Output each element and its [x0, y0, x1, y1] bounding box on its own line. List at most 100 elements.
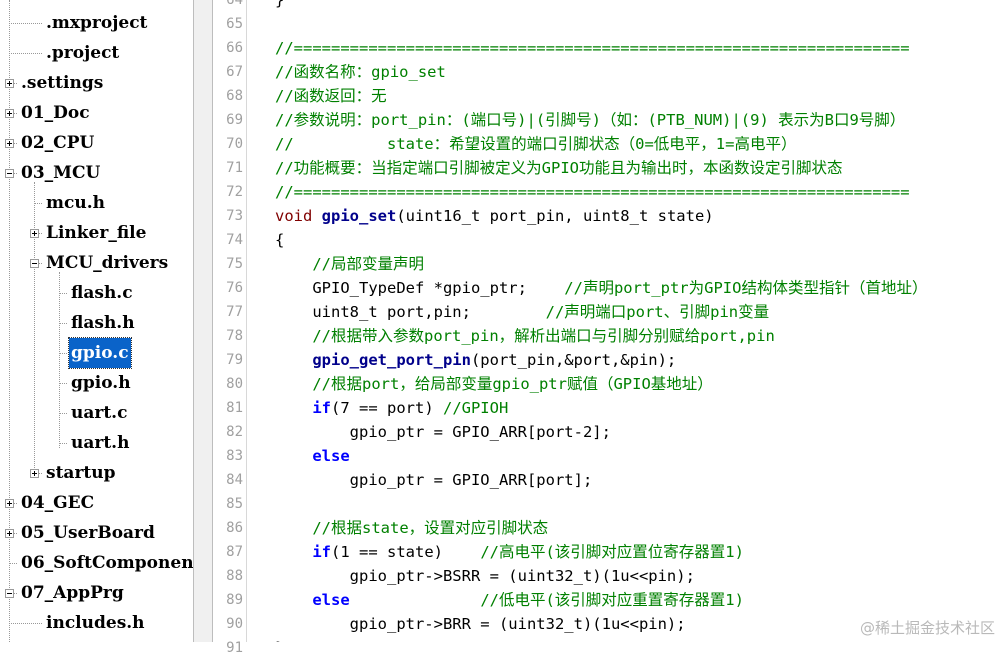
- tree-connector: [9, 53, 42, 54]
- code-line[interactable]: //功能概要：当指定端口引脚被定义为GPIO功能且为输出时，本函数设定引脚状态: [275, 156, 843, 180]
- tree-item-uart-h[interactable]: uart.h: [69, 428, 131, 458]
- tree-item-01-doc[interactable]: 01_Doc: [19, 98, 92, 128]
- code-comment: //声明端口port、引脚pin变量: [545, 303, 770, 321]
- tree-item-mxproject[interactable]: .mxproject: [44, 8, 149, 38]
- collapse-03-mcu-icon[interactable]: [5, 169, 14, 178]
- tree-item-label: Linker_file: [46, 223, 147, 243]
- tree-item-mcu-h[interactable]: mcu.h: [44, 188, 107, 218]
- code-comment: //函数名称：gpio_set: [275, 63, 446, 81]
- expand-01-doc-icon[interactable]: [5, 109, 14, 118]
- code-comment: //高电平(该引脚对应置位寄存器置1): [480, 543, 744, 561]
- line-number: 65: [226, 16, 243, 32]
- tree-item-mcu-drivers[interactable]: MCU_drivers: [44, 248, 170, 278]
- code-line[interactable]: //======================================…: [275, 180, 910, 204]
- line-number: 64: [226, 0, 243, 8]
- code-line[interactable]: uint8_t port,pin; //声明端口port、引脚pin变量: [275, 300, 769, 324]
- watermark: @稀土掘金技术社区: [859, 619, 995, 637]
- code-line[interactable]: void gpio_set(uint16_t port_pin, uint8_t…: [275, 204, 714, 228]
- expand-02-cpu-icon[interactable]: [5, 139, 14, 148]
- tree-item-includes-h[interactable]: includes.h: [44, 608, 147, 638]
- expand-04-gec-icon[interactable]: [5, 499, 14, 508]
- tree-item-04-gec[interactable]: 04_GEC: [19, 488, 96, 518]
- pane-splitter[interactable]: [193, 0, 213, 642]
- code-line[interactable]: }: [275, 636, 284, 642]
- tree-item-label: .project: [46, 43, 120, 63]
- line-number: 87: [226, 544, 243, 560]
- code-line[interactable]: gpio_ptr->BSRR = (uint32_t)(1u<<pin);: [275, 564, 695, 588]
- tree-item-03-mcu[interactable]: 03_MCU: [19, 158, 102, 188]
- tree-item-label: mcu.h: [46, 193, 105, 213]
- code-line[interactable]: }: [275, 0, 284, 12]
- code-line[interactable]: //======================================…: [275, 36, 910, 60]
- tree-item-flash-h[interactable]: flash.h: [69, 308, 137, 338]
- tree-item-gpio-h[interactable]: gpio.h: [69, 368, 133, 398]
- code-line[interactable]: if(1 == state) //高电平(该引脚对应置位寄存器置1): [275, 540, 744, 564]
- expand-linker-file-icon[interactable]: [30, 229, 39, 238]
- code-line[interactable]: gpio_ptr = GPIO_ARR[port-2];: [275, 420, 611, 444]
- code-comment: //声明port_ptr为GPIO结构体类型指针（首地址）: [564, 279, 928, 297]
- tree-guide-line: [59, 272, 60, 448]
- tree-connector: [59, 413, 67, 414]
- tree-item-02-cpu[interactable]: 02_CPU: [19, 128, 96, 158]
- code-line[interactable]: if(7 == port) //GPIOH: [275, 396, 508, 420]
- tree-connector: [14, 113, 17, 114]
- collapse-mcu-drivers-icon[interactable]: [30, 259, 39, 268]
- code-line[interactable]: gpio_get_port_pin(port_pin,&port,&pin);: [275, 348, 676, 372]
- code-line[interactable]: //函数名称：gpio_set: [275, 60, 446, 84]
- code-line[interactable]: //根据带入参数port_pin，解析出端口与引脚分别赋给port,pin: [275, 324, 775, 348]
- code-text: (uint16_t port_pin, uint8_t state): [396, 207, 714, 225]
- tree-item-settings[interactable]: .settings: [19, 68, 105, 98]
- tree-item-label: startup: [46, 463, 116, 483]
- line-number: 88: [226, 568, 243, 584]
- tree-item-label: MCU_drivers: [46, 253, 169, 273]
- tree-item-gpio-c[interactable]: gpio.c: [68, 337, 132, 369]
- code-text: (port_pin,&port,&pin);: [470, 351, 677, 369]
- code-line[interactable]: else //低电平(该引脚对应重置寄存器置1): [275, 588, 744, 612]
- tree-guide-line: [34, 182, 35, 478]
- tree-connector: [14, 173, 17, 174]
- tree-item-label: uart.h: [71, 433, 130, 453]
- tree-item-startup[interactable]: startup: [44, 458, 118, 488]
- code-line[interactable]: //函数返回：无: [275, 84, 387, 108]
- code-line[interactable]: //参数说明：port_pin：(端口号)|(引脚号)（如：(PTB_NUM)|…: [275, 108, 905, 132]
- code-line[interactable]: GPIO_TypeDef *gpio_ptr; //声明port_ptr为GPI…: [275, 276, 927, 300]
- code-editor[interactable]: } //=====================================…: [247, 0, 1003, 642]
- code-line[interactable]: //局部变量声明: [275, 252, 424, 276]
- tree-item-label: 01_Doc: [21, 103, 90, 123]
- line-number: 68: [226, 88, 243, 104]
- tree-item-linker-file[interactable]: Linker_file: [44, 218, 148, 248]
- code-comment: //参数说明：port_pin：(端口号)|(引脚号)（如：(PTB_NUM)|…: [275, 111, 906, 129]
- tree-item-06-softcomponent[interactable]: 06_SoftComponent: [19, 548, 193, 578]
- code-line[interactable]: //根据port，给局部变量gpio_ptr赋值（GPIO基地址）: [275, 372, 713, 396]
- expand-startup-icon[interactable]: [30, 469, 39, 478]
- line-number-gutter: 64 65 66 67 68 69 70 71 72 73 74 75 76 77 78 79 80 81 82 83…: [213, 0, 247, 656]
- expand-settings-icon[interactable]: [5, 79, 14, 88]
- code-line[interactable]: // state：希望设置的端口引脚状态（0=低电平，1=高电平）: [275, 132, 796, 156]
- line-number: 76: [226, 280, 243, 296]
- code-line[interactable]: gpio_ptr->BRR = (uint32_t)(1u<<pin);: [275, 612, 686, 636]
- code-text: uint8_t port,pin;: [275, 303, 546, 321]
- line-number: 66: [226, 40, 243, 56]
- code-text: }: [275, 0, 285, 9]
- tree-item-05-userboard[interactable]: 05_UserBoard: [19, 518, 157, 548]
- tree-item-flash-c[interactable]: flash.c: [69, 278, 135, 308]
- line-number: 86: [226, 520, 243, 536]
- line-number: 75: [226, 256, 243, 272]
- tree-item-uart-c[interactable]: uart.c: [69, 398, 129, 428]
- code-function-name: gpio_set: [321, 207, 397, 225]
- code-line[interactable]: //根据state，设置对应引脚状态: [275, 516, 548, 540]
- tree-connector: [9, 623, 42, 624]
- tree-item-label: 03_MCU: [21, 163, 101, 183]
- line-number: 80: [226, 376, 243, 392]
- collapse-07-appprg-icon[interactable]: [5, 589, 14, 598]
- code-line[interactable]: else: [275, 444, 349, 468]
- tree-item-07-appprg[interactable]: 07_AppPrg: [19, 578, 126, 608]
- tree-item-project[interactable]: .project: [44, 38, 121, 68]
- expand-05-userboard-icon[interactable]: [5, 529, 14, 538]
- code-line[interactable]: gpio_ptr = GPIO_ARR[port];: [275, 468, 593, 492]
- line-number: 73: [226, 208, 243, 224]
- code-line[interactable]: {: [275, 228, 284, 252]
